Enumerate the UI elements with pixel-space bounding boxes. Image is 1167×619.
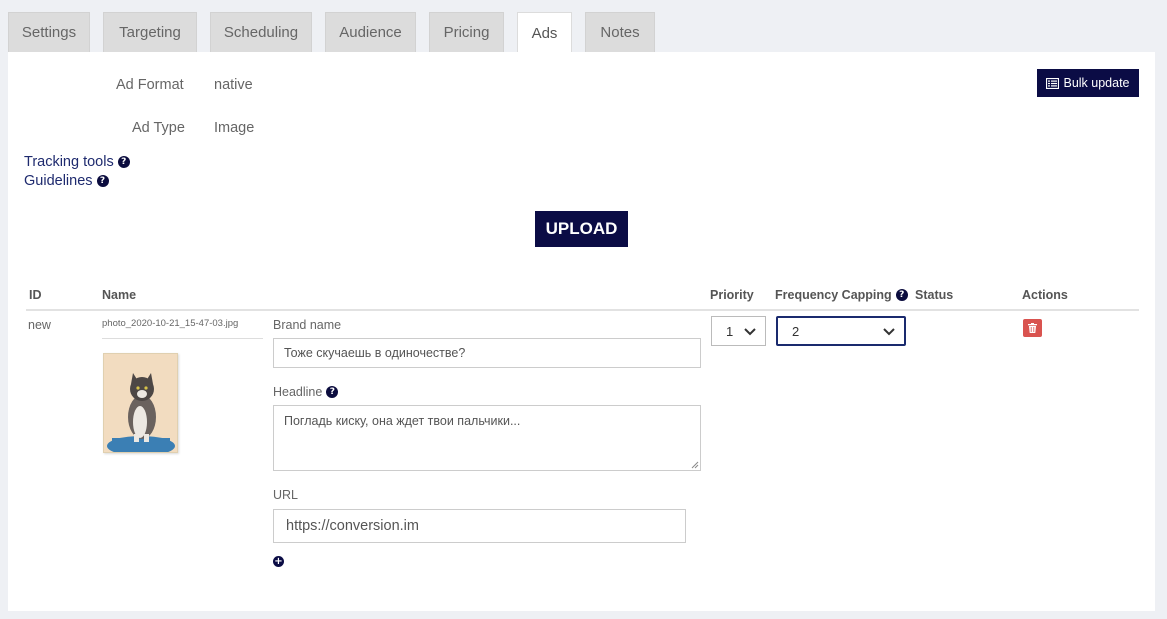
trash-icon [1028,323,1037,333]
column-header-id: ID [29,288,42,302]
guidelines-link[interactable]: Guidelines ? [24,173,109,189]
frequency-capping-label: Frequency Capping [775,288,892,302]
header-divider [26,309,1139,311]
frequency-capping-value: 2 [792,323,800,339]
headline-label-group: Headline ? [273,385,339,399]
filename-divider [102,338,263,339]
row-filename: photo_2020-10-21_15-47-03.jpg [102,318,239,329]
priority-select[interactable]: 1 [711,316,766,346]
priority-value: 1 [726,323,734,339]
column-header-name: Name [102,288,137,302]
question-circle-icon[interactable]: ? [895,289,908,301]
brand-name-label: Brand name [273,318,342,332]
list-icon [1046,77,1060,89]
tab-scheduling[interactable]: Scheduling [210,12,312,52]
upload-button[interactable]: UPLOAD [535,211,628,247]
ad-type-label: Ad Type [132,120,185,136]
resize-handle-icon[interactable] [691,461,699,469]
ads-panel: Ad Format native Ad Type Image Bulk upda… [8,52,1155,611]
ad-type-value: Image [214,120,255,136]
brand-name-input[interactable]: Тоже скучаешь в одиночестве? [273,338,701,368]
ad-format-value: native [214,77,253,93]
tab-settings[interactable]: Settings [8,12,90,52]
tracking-tools-label: Tracking tools [24,154,114,170]
headline-textarea[interactable]: Погладь киску, она ждет твои пальчики... [273,405,701,471]
ad-format-label: Ad Format [116,77,184,93]
url-input[interactable]: https://conversion.im [273,509,686,543]
column-header-frequency-capping: Frequency Capping ? [775,288,908,302]
tab-pricing[interactable]: Pricing [429,12,504,52]
bulk-update-button[interactable]: Bulk update [1037,69,1139,97]
tracking-tools-link[interactable]: Tracking tools ? [24,154,130,170]
guidelines-label: Guidelines [24,173,93,189]
tab-bar: Settings Targeting Scheduling Audience P… [8,12,668,53]
question-circle-icon[interactable]: ? [96,175,109,187]
tab-ads[interactable]: Ads [517,12,572,53]
row-id: new [28,318,51,332]
question-circle-icon[interactable]: ? [117,156,130,168]
ad-image-thumbnail[interactable] [103,353,178,453]
cat-image [104,354,177,452]
delete-button[interactable] [1023,319,1042,337]
frequency-capping-select[interactable]: 2 [776,316,906,346]
url-label: URL [273,488,299,502]
chevron-down-icon [744,328,756,336]
column-header-actions: Actions [1022,288,1068,302]
tab-targeting[interactable]: Targeting [103,12,197,52]
headline-label: Headline [273,385,323,399]
plus-circle-icon[interactable]: + [273,556,284,567]
bulk-update-label: Bulk update [1063,76,1130,90]
tab-notes[interactable]: Notes [585,12,655,52]
tab-audience[interactable]: Audience [325,12,416,52]
column-header-status: Status [915,288,954,302]
chevron-down-icon [883,328,895,336]
question-circle-icon[interactable]: ? [326,386,339,398]
headline-value: Погладь киску, она ждет твои пальчики... [284,414,521,428]
column-header-priority: Priority [710,288,754,302]
